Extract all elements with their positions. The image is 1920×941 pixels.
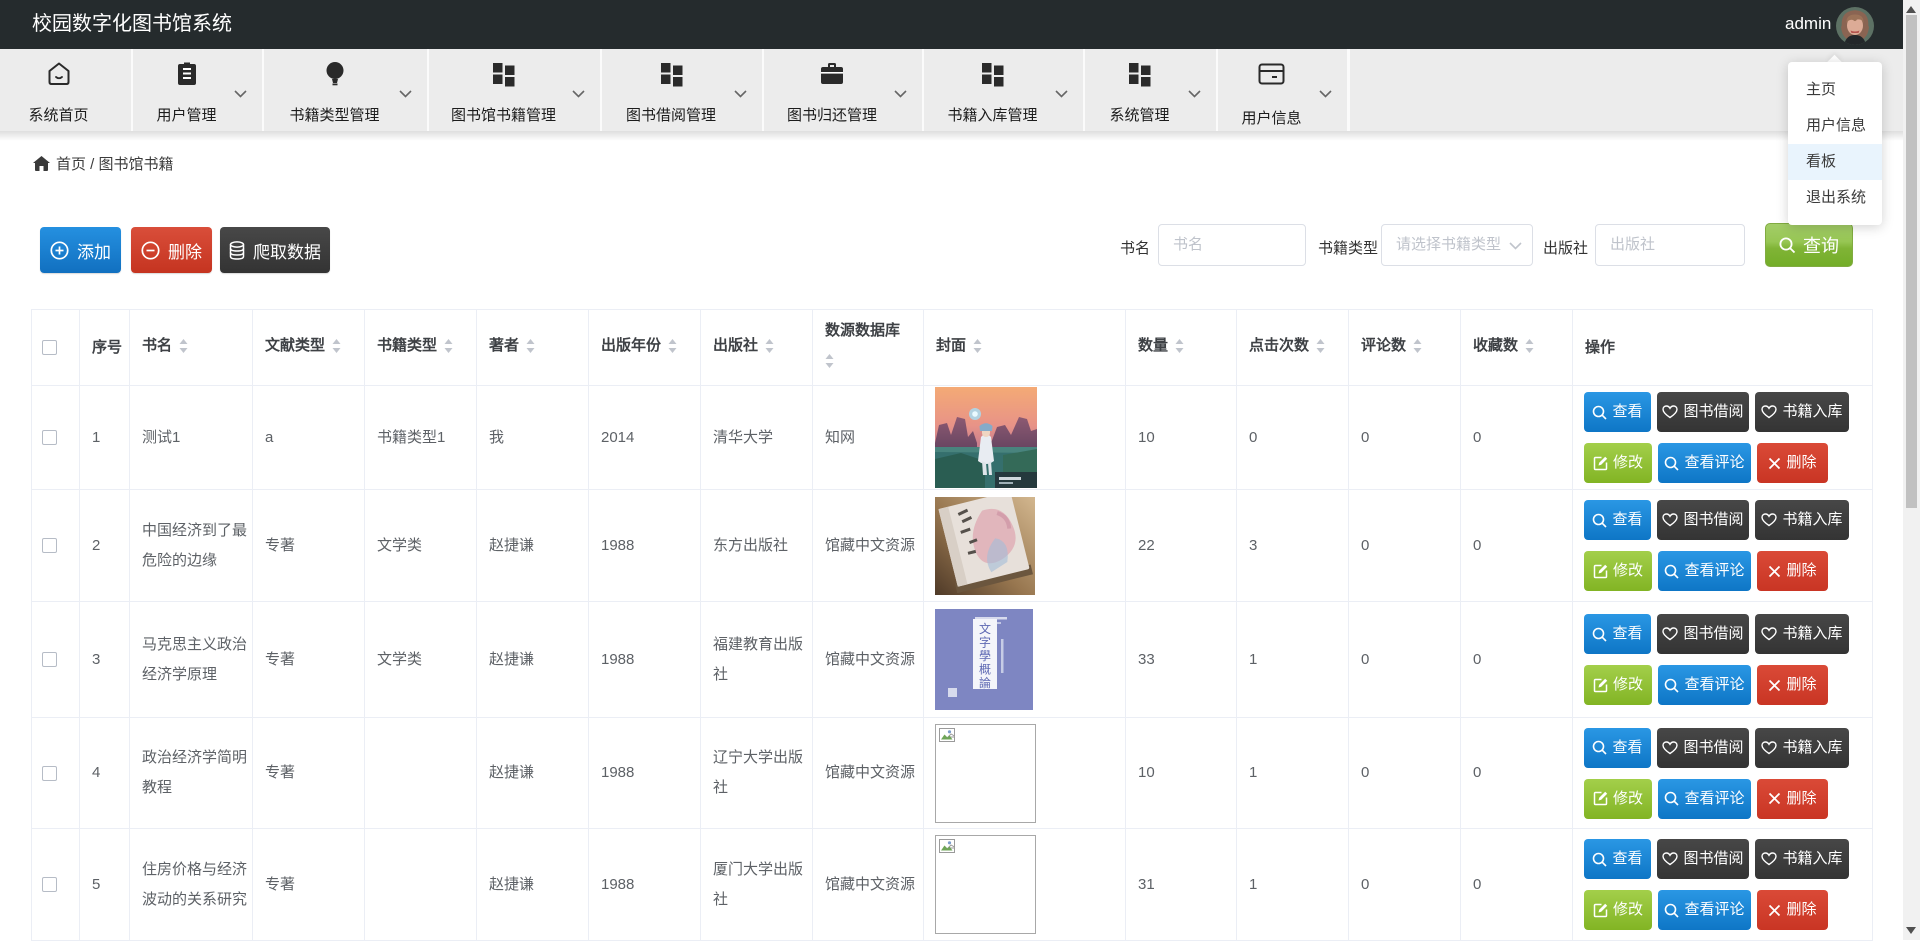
- svg-text:文: 文: [979, 621, 991, 636]
- svg-text:學: 學: [979, 649, 991, 663]
- svg-text:字: 字: [979, 635, 991, 650]
- svg-text:論: 論: [979, 675, 991, 690]
- svg-text:概: 概: [979, 663, 991, 677]
